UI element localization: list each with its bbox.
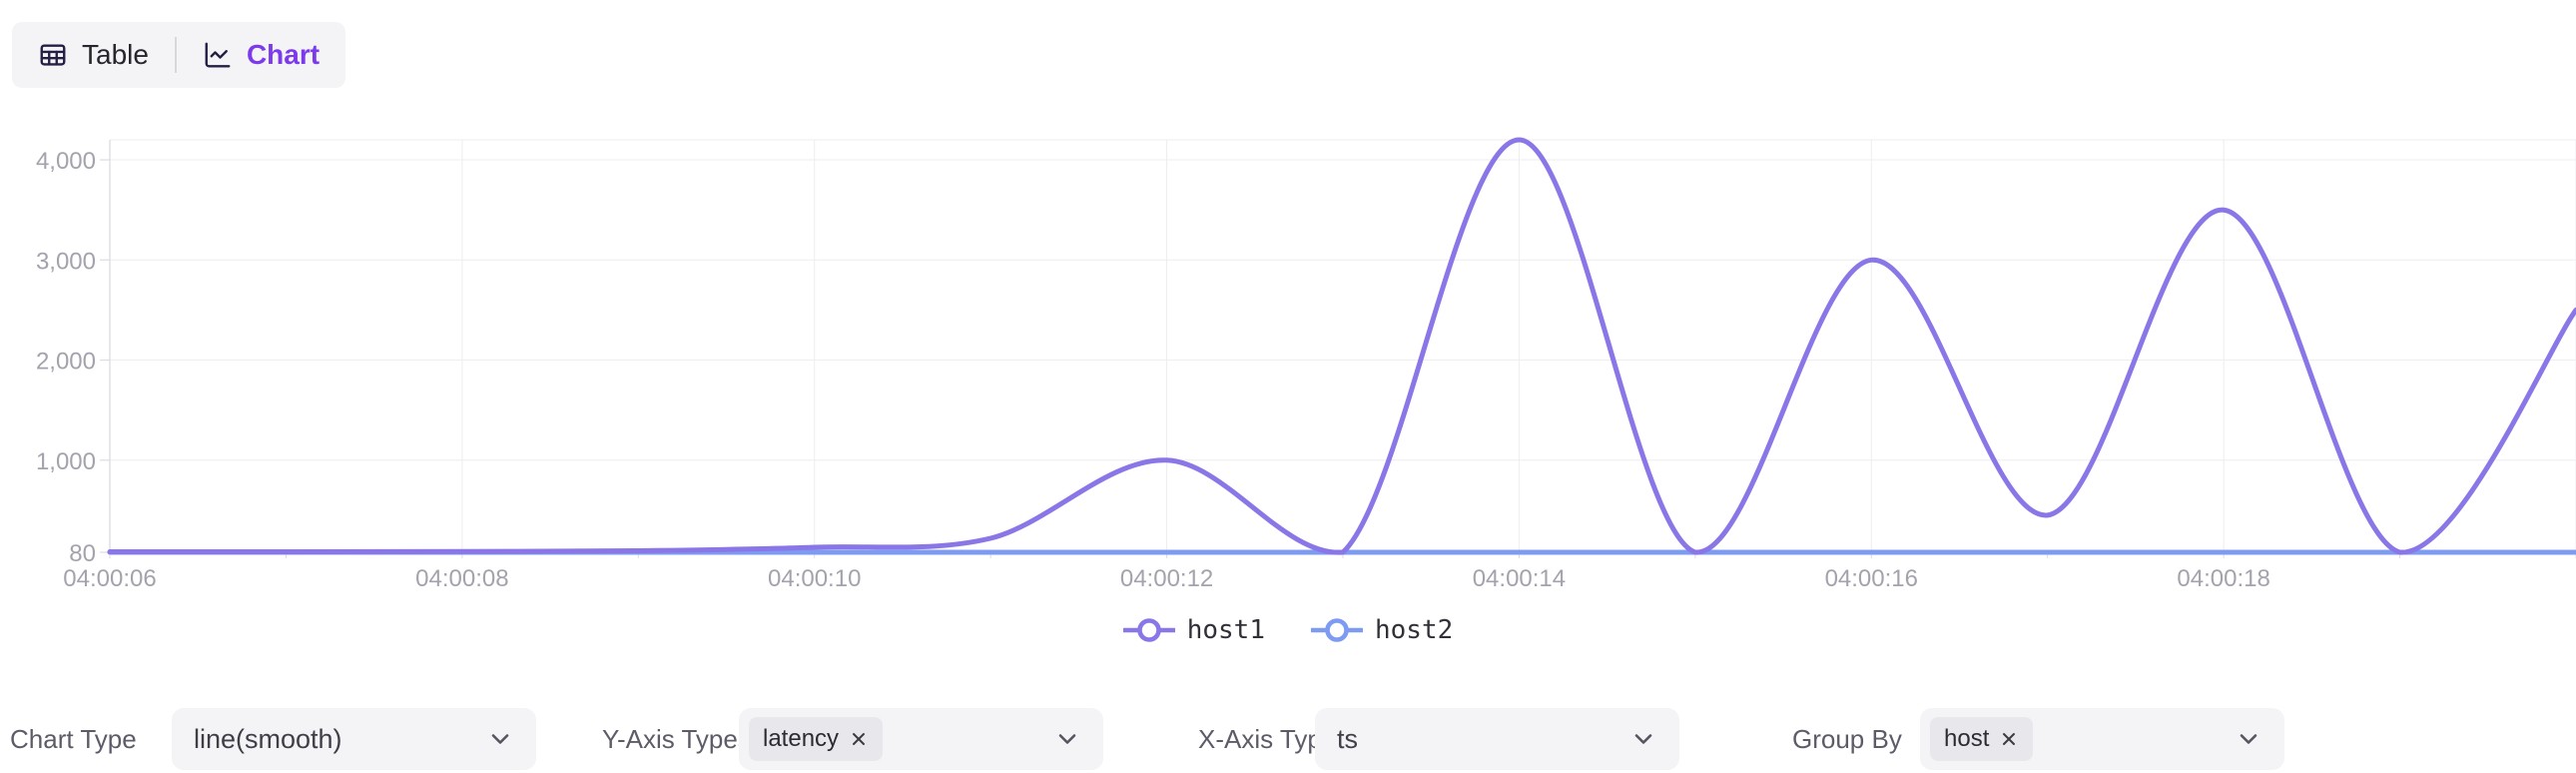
x-axis-label: 04:00:14 [1473,565,1566,592]
chevron-down-icon [486,725,514,753]
line-chart-icon [203,40,233,70]
legend-item-host2[interactable]: host2 [1311,615,1453,645]
chevron-down-icon [1053,725,1081,753]
series-line-host1[interactable] [110,140,2576,552]
remove-chip-icon[interactable] [1999,729,2019,749]
chart-type-label: Chart Type [10,724,137,755]
y-axis-chip-label: latency [763,725,839,753]
x-axis-type-value: ts [1337,724,1358,755]
group-by-chip-label: host [1944,725,1989,753]
chart-legend: host1 host2 [0,615,2576,645]
chart-tab[interactable]: Chart [177,22,345,88]
x-axis-label: 04:00:16 [1825,565,1918,592]
x-axis-type-select[interactable]: ts [1315,708,1679,770]
legend-label: host1 [1187,615,1265,645]
chevron-down-icon [1629,725,1657,753]
y-axis-chip: latency [749,717,883,761]
y-axis-types-select[interactable]: latency [739,708,1103,770]
y-axis-label: 80 [69,540,96,567]
chart-tab-label: Chart [247,39,320,71]
x-axis-label: 04:00:12 [1120,565,1213,592]
x-axis-label: 04:00:08 [415,565,508,592]
table-tab[interactable]: Table [12,22,175,88]
table-icon [38,40,68,70]
y-axis-label: 3,000 [36,248,96,275]
remove-chip-icon[interactable] [849,729,869,749]
chevron-down-icon [2235,725,2262,753]
chart-type-select[interactable]: line(smooth) [172,708,536,770]
legend-marker-host1 [1123,616,1175,644]
y-axis-label: 1,000 [36,448,96,475]
group-by-chip: host [1930,717,2033,761]
chart-type-value: line(smooth) [194,724,342,755]
y-axis-label: 2,000 [36,349,96,376]
y-axis-types-label: Y-Axis Types [602,724,751,755]
x-axis-label: 04:00:18 [2177,565,2269,592]
chart-view-screen: Table Chart 80 1,000 2,000 3,000 4,000 04:00:… [0,0,2576,773]
view-toggle: Table Chart [12,22,345,88]
line-chart: 80 1,000 2,000 3,000 4,000 04:00:06 04:00:08 04… [0,90,2576,599]
x-axis-label: 04:00:10 [768,565,861,592]
group-by-select[interactable]: host [1920,708,2284,770]
y-axis-label: 4,000 [36,148,96,175]
table-tab-label: Table [82,39,149,71]
legend-marker-host2 [1311,616,1363,644]
legend-label: host2 [1375,615,1453,645]
legend-item-host1[interactable]: host1 [1123,615,1265,645]
group-by-label: Group By [1792,724,1902,755]
x-axis-label: 04:00:06 [63,565,156,592]
